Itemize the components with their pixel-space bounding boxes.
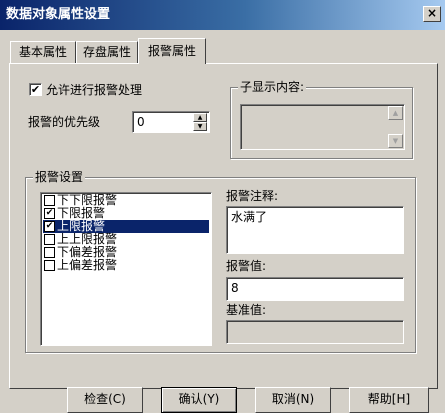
list-checkbox[interactable]: ✔ (44, 221, 55, 232)
alarm-comment-textarea[interactable]: 水满了 (226, 206, 404, 254)
tab-label: 存盘属性 (82, 45, 131, 59)
check-icon: ✔ (30, 83, 41, 96)
tab-basic-properties[interactable]: 基本属性 (10, 41, 76, 63)
list-checkbox[interactable] (44, 195, 55, 206)
tab-alarm-properties[interactable]: 报警属性 (138, 38, 206, 64)
cancel-button[interactable]: 取消(N) (255, 387, 331, 413)
alarm-settings-title: 报警设置 (33, 170, 86, 184)
tab-label: 报警属性 (147, 44, 196, 58)
alarm-comment-value: 水满了 (231, 210, 268, 224)
alarm-value-text: 8 (231, 281, 239, 295)
spin-down-button[interactable]: ▼ (193, 122, 207, 131)
sub-display-title: 子显示内容: (238, 80, 307, 94)
spin-up-button[interactable]: ▲ (193, 113, 207, 122)
check-button[interactable]: 检查(C) (67, 387, 143, 413)
spin-down-icon: ▼ (197, 123, 203, 130)
check-icon: ✔ (45, 221, 54, 231)
list-item[interactable]: 上偏差报警 (43, 259, 209, 272)
allow-alarm-label: 允许进行报警处理 (46, 83, 143, 97)
scroll-up-icon: ▲ (392, 109, 399, 117)
list-checkbox[interactable] (44, 234, 55, 245)
tab-storage-properties[interactable]: 存盘属性 (76, 41, 138, 63)
list-checkbox[interactable] (44, 260, 55, 271)
window-title: 数据对象属性设置 (6, 7, 111, 22)
priority-value: 0 (137, 115, 145, 129)
alarm-type-list[interactable]: 下下限报警 ✔ 下限报警 ✔ 上限报警 上上限报警 下偏差报警 上偏差报警 (40, 192, 212, 346)
close-button[interactable]: × (423, 6, 441, 22)
tab-label: 基本属性 (18, 45, 67, 59)
sub-display-textarea[interactable]: ▲ ▼ (240, 104, 405, 150)
priority-spinner-input[interactable]: 0 ▲ ▼ (132, 111, 210, 133)
base-value-input[interactable] (226, 320, 404, 344)
title-bar[interactable]: 数据对象属性设置 × (0, 0, 445, 30)
ok-button[interactable]: 确认(Y) (161, 387, 237, 413)
spin-up-icon: ▲ (197, 114, 203, 121)
list-checkbox[interactable]: ✔ (44, 208, 55, 219)
list-item-label: 上偏差报警 (57, 258, 118, 272)
check-icon: ✔ (45, 208, 54, 218)
priority-label: 报警的优先级 (28, 115, 101, 129)
alarm-value-label: 报警值: (226, 259, 267, 273)
scroll-down-icon: ▼ (392, 137, 399, 145)
help-button[interactable]: 帮助[H] (349, 387, 429, 413)
list-checkbox[interactable] (44, 247, 55, 258)
base-value-label: 基准值: (226, 303, 267, 317)
allow-alarm-checkbox[interactable]: ✔ (29, 83, 42, 96)
alarm-value-input[interactable]: 8 (226, 277, 404, 301)
scroll-up-button[interactable]: ▲ (388, 106, 403, 120)
close-icon: × (426, 6, 438, 20)
scroll-down-button[interactable]: ▼ (388, 134, 403, 148)
alarm-comment-label: 报警注释: (226, 189, 279, 203)
